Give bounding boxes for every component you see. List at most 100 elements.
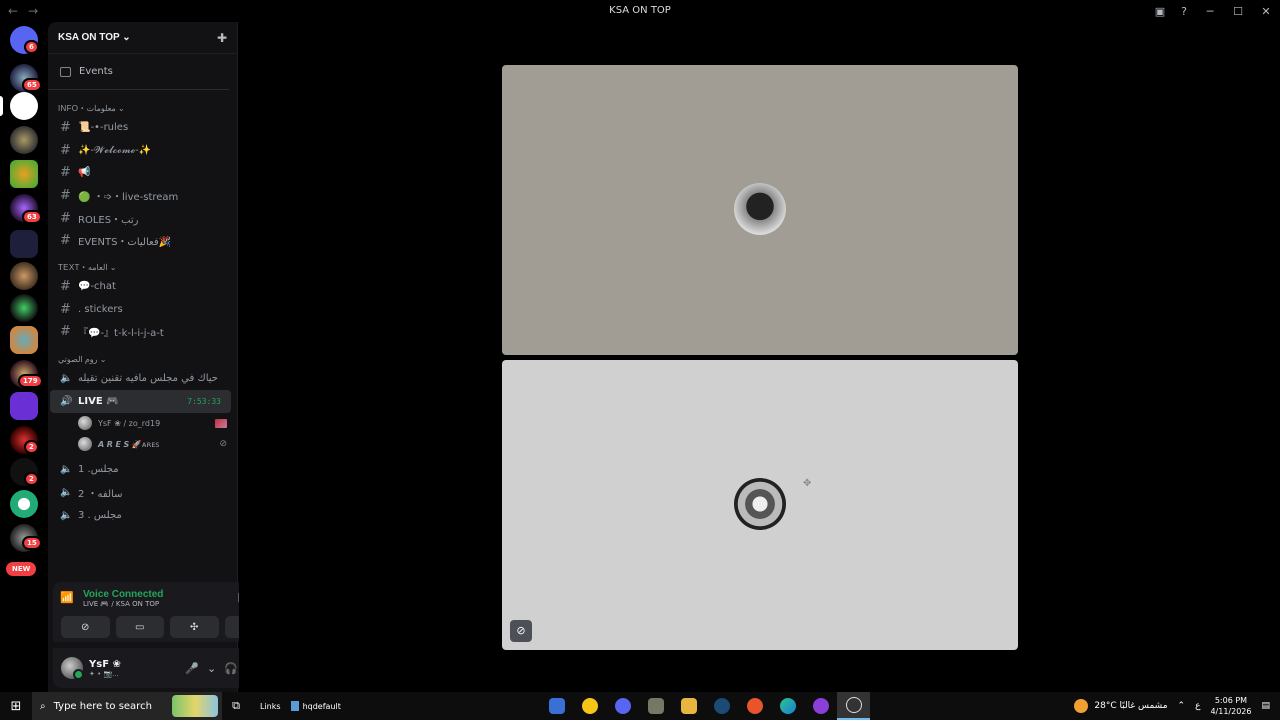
pinned-folder[interactable]: hqdefault: [290, 701, 341, 711]
chevron-up-icon[interactable]: ⌃: [1178, 701, 1186, 711]
speaker-icon: 🔈: [60, 373, 73, 385]
window-title: KSA ON TOP: [609, 5, 671, 16]
microphone-icon[interactable]: 🎤: [185, 662, 199, 675]
taskbar-app[interactable]: [804, 692, 837, 720]
avatar: [734, 183, 786, 235]
obs-icon: [845, 697, 862, 713]
taskbar-app-explorer[interactable]: [672, 692, 705, 720]
weather-text: 28°C مشمس غالبًا: [1094, 701, 1168, 711]
server-icon[interactable]: [10, 126, 38, 154]
channel-chat[interactable]: # 💬-chat: [50, 275, 231, 298]
category-info[interactable]: INFO・معلومات ⌄: [48, 100, 237, 116]
clock-date: 4/11/2026: [1210, 707, 1252, 716]
voice-channel-top[interactable]: 🔈 حياك في مجلس مافيه تقنين تقيله: [50, 367, 231, 390]
inbox-icon[interactable]: ▣: [1148, 5, 1172, 18]
username[interactable]: YsF ❀: [89, 659, 121, 670]
server-icon[interactable]: [10, 490, 38, 518]
channel-roles[interactable]: # ROLES・رتب: [50, 207, 231, 230]
signal-icon[interactable]: 📶: [57, 588, 77, 608]
activities-button[interactable]: ✣: [170, 616, 219, 638]
taskbar-app[interactable]: [573, 692, 606, 720]
server-icon[interactable]: [10, 92, 38, 120]
weather-widget[interactable]: 28°C مشمس غالبًا: [1074, 699, 1168, 713]
participant-tile[interactable]: ⊘: [502, 360, 1018, 650]
stream-preview-icon: [215, 418, 227, 428]
mic-muted-icon: ⊘: [219, 439, 227, 450]
camera-off-button[interactable]: ⊘: [61, 616, 110, 638]
taskbar-app[interactable]: [540, 692, 573, 720]
new-badge: NEW: [6, 562, 37, 576]
system-tray: 28°C مشمس غالبًا ⌃ ع 5:06 PM 4/11/2026 ▤: [1074, 692, 1280, 720]
avatar: [734, 478, 786, 530]
clock[interactable]: 5:06 PM 4/11/2026: [1210, 695, 1251, 717]
selected-server-indicator: [0, 96, 3, 116]
file-icon: [290, 701, 299, 711]
voice-stage: ⊘ ✥: [239, 22, 1280, 692]
search-highlight-image: [172, 695, 218, 717]
server-icon[interactable]: [10, 294, 38, 322]
notification-icon[interactable]: ▤: [1261, 701, 1270, 711]
taskbar-search[interactable]: ⌕ Type here to search: [32, 692, 222, 720]
user-status: ✦ • 📷...: [89, 669, 119, 678]
voice-status[interactable]: Voice Connected: [83, 589, 163, 600]
voice-channel-1[interactable]: 🔈 مجلس. 1: [50, 459, 231, 482]
windows-taskbar: ⊞ ⌕ Type here to search ⧉ Links hqdefaul…: [0, 692, 1280, 720]
server-icon[interactable]: [10, 160, 38, 188]
close-button[interactable]: ✕: [1252, 5, 1280, 18]
taskbar-app[interactable]: [738, 692, 771, 720]
channel-welcome[interactable]: # ✨-𝓦𝓮𝓵𝓬𝓸𝓶𝓮-✨: [50, 139, 231, 162]
channel-live-stream[interactable]: # 🟢 ・➩・live-stream: [50, 184, 231, 207]
taskbar-app[interactable]: [639, 692, 672, 720]
maximize-button[interactable]: ☐: [1224, 5, 1252, 18]
taskbar-app-obs[interactable]: [837, 692, 870, 720]
language-indicator[interactable]: ع: [1195, 701, 1200, 711]
server-icon[interactable]: [10, 392, 38, 420]
participant-tile[interactable]: [502, 65, 1018, 355]
hash-icon: #: [60, 142, 71, 158]
speaker-icon: 🔈: [60, 487, 73, 499]
server-icon[interactable]: [10, 262, 38, 290]
hash-icon: #: [60, 233, 71, 249]
move-cursor-icon: ✥: [803, 478, 812, 489]
links-toolbar[interactable]: Links: [250, 702, 291, 711]
task-view-icon[interactable]: ⧉: [222, 699, 250, 713]
events-link[interactable]: Events: [48, 54, 229, 90]
voice-channel-live[interactable]: 🔊 LIVE 🎮 7:53:33: [50, 389, 231, 413]
notification-badge: 2: [24, 440, 39, 454]
server-name: KSA ON TOP ⌄: [58, 32, 131, 43]
server-folder-icon[interactable]: [10, 326, 38, 354]
steam-icon: [713, 698, 730, 714]
notification-badge: 63: [22, 210, 42, 224]
server-folder-icon[interactable]: [10, 230, 38, 258]
category-voice[interactable]: روم الصوتي ⌄: [48, 351, 237, 367]
channel-tiktok[interactable]: # 『💬-』t-k-l-i-j-a-t: [50, 321, 231, 344]
minimize-button[interactable]: ─: [1196, 5, 1224, 18]
voice-location[interactable]: LIVE 🎮 / KSA ON TOP: [83, 600, 163, 608]
mic-muted-icon[interactable]: ⊘: [510, 620, 532, 642]
voice-channel-2[interactable]: 🔈 سالفه・ 2: [50, 481, 231, 504]
headphones-icon[interactable]: 🎧: [224, 662, 238, 675]
taskbar-app-edge[interactable]: [771, 692, 804, 720]
channel-stickers[interactable]: #. stickers: [50, 298, 231, 321]
voice-user[interactable]: 𝘼 𝙍 𝙀 𝙎 🚀ᴀʀᴇꜱ ⊘: [48, 434, 237, 455]
edge-icon: [779, 698, 796, 714]
avatar: [78, 416, 92, 431]
notification-badge: 179: [18, 374, 43, 388]
category-text[interactable]: TEXT・العامه ⌄: [48, 259, 237, 275]
screen-share-button[interactable]: ▭: [115, 616, 164, 638]
channel-announcements[interactable]: # 📢: [50, 161, 231, 184]
voice-channel-3[interactable]: 🔈 مجلس . 3: [50, 504, 231, 527]
windows-start-icon[interactable]: ⊞: [0, 699, 32, 714]
channel-events[interactable]: # EVENTS・فعاليات🎉: [50, 229, 231, 252]
chevron-down-icon[interactable]: ⌄: [207, 662, 216, 675]
channel-rules[interactable]: # 📜-•-rules: [50, 116, 231, 139]
taskbar-app-steam[interactable]: [705, 692, 738, 720]
avatar[interactable]: [61, 657, 84, 680]
activities-icon: ✣: [190, 621, 199, 633]
help-icon[interactable]: ?: [1172, 5, 1196, 18]
add-member-icon[interactable]: ✚: [217, 31, 227, 45]
taskbar-app-discord[interactable]: [606, 692, 639, 720]
server-header[interactable]: KSA ON TOP ⌄ ✚: [48, 22, 237, 54]
hash-icon: #: [60, 187, 71, 203]
voice-user[interactable]: YsF ❀ / zo_rd19: [48, 413, 237, 434]
